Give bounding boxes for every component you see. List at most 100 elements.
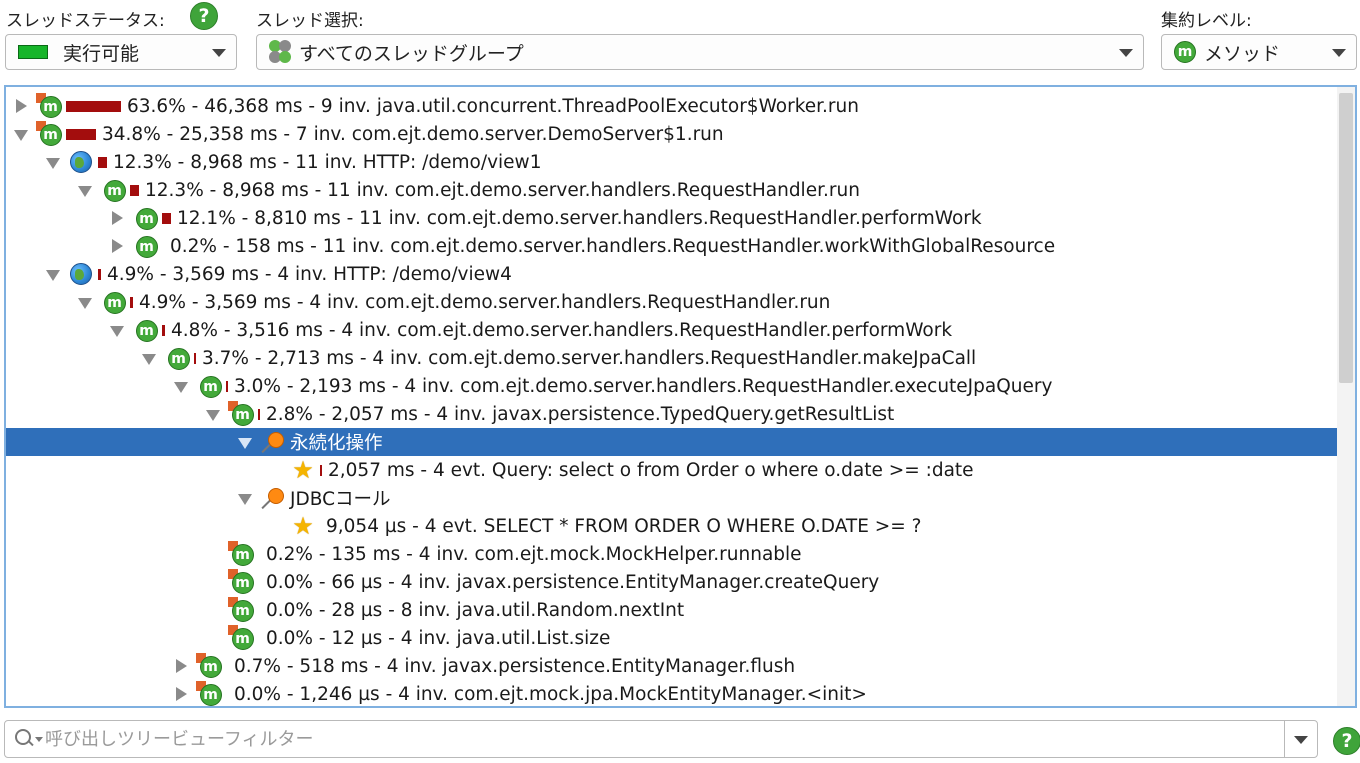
tree-row-label: 12.3% - 8,968 ms - 11 inv. com.ejt.demo.… (145, 179, 860, 201)
thread-status-label: スレッドステータス: (6, 11, 165, 31)
tree-row-label: JDBCコール (290, 489, 391, 510)
help-icon[interactable]: ? (190, 2, 218, 30)
thread-select-dropdown[interactable]: すべてのスレッドグループ (256, 34, 1144, 70)
tree-row[interactable]: m 12.1% - 8,810 ms - 11 inv. com.ejt.dem… (6, 204, 1355, 232)
tree-row[interactable]: m 63.6% - 46,368 ms - 9 inv. java.util.c… (6, 92, 1345, 120)
globe-icon (68, 262, 94, 286)
expand-toggle[interactable] (112, 211, 123, 225)
method-icon: m (132, 206, 158, 230)
tree-row[interactable]: m 4.8% - 3,516 ms - 4 inv. com.ejt.demo.… (6, 316, 1355, 344)
method-icon: m (1174, 41, 1196, 63)
tree-row-label: 12.3% - 8,968 ms - 11 inv. HTTP: /demo/v… (113, 151, 542, 173)
scrollbar-thumb[interactable] (1339, 93, 1353, 383)
collapse-toggle[interactable] (206, 409, 220, 421)
method-icon: m (228, 597, 254, 622)
tree-row[interactable]: m 0.0% - 12 µs - 4 inv. java.util.List.s… (6, 624, 1355, 652)
vertical-scrollbar[interactable] (1337, 87, 1355, 706)
tree-row[interactable]: m 3.0% - 2,193 ms - 4 inv. com.ejt.demo.… (6, 372, 1355, 400)
percentage-bar (98, 268, 101, 280)
percentage-bar (320, 464, 322, 476)
expand-toggle[interactable] (112, 239, 123, 253)
tree-row[interactable]: m 0.0% - 1,246 µs - 4 inv. com.ejt.mock.… (6, 680, 1355, 706)
filter-input[interactable] (43, 727, 1277, 751)
percentage-bar (194, 352, 196, 364)
globe-icon (68, 150, 94, 174)
tree-row[interactable]: ★ 2,057 ms - 4 evt. Query: select o from… (6, 456, 1355, 484)
tree-row-label: 34.8% - 25,358 ms - 7 inv. com.ejt.demo.… (102, 123, 724, 145)
thread-status-dropdown[interactable]: 実行可能 (5, 34, 237, 70)
expand-toggle[interactable] (176, 659, 187, 673)
tree-row-label: 0.0% - 28 µs - 8 inv. java.util.Random.n… (266, 599, 685, 621)
collapse-toggle[interactable] (14, 129, 28, 141)
tree-row[interactable]: m 3.7% - 2,713 ms - 4 inv. com.ejt.demo.… (6, 344, 1355, 372)
collapse-toggle[interactable] (78, 185, 92, 197)
tree-row[interactable]: m 0.7% - 518 ms - 4 inv. javax.persisten… (6, 652, 1355, 680)
tree-row[interactable]: 4.9% - 3,569 ms - 4 inv. HTTP: /demo/vie… (6, 260, 1355, 288)
method-icon: m (132, 318, 158, 342)
tree-row[interactable]: m 0.0% - 66 µs - 4 inv. javax.persistenc… (6, 568, 1355, 596)
method-icon: m (36, 121, 62, 146)
runnable-status-icon (18, 45, 48, 59)
method-icon: m (196, 681, 222, 706)
method-icon: m (196, 374, 222, 398)
pin-icon (260, 486, 286, 510)
tree-row[interactable]: m 12.3% - 8,968 ms - 11 inv. com.ejt.dem… (6, 176, 1355, 204)
method-icon: m (132, 234, 158, 258)
tree-row-label: 0.2% - 158 ms - 11 inv. com.ejt.demo.ser… (170, 235, 1056, 257)
method-icon: m (196, 653, 222, 678)
method-icon: m (100, 290, 126, 314)
percentage-bar (162, 212, 171, 224)
tree-row[interactable]: JDBCコール (6, 484, 1355, 512)
tree-row-label: 9,054 µs - 4 evt. SELECT * FROM ORDER O … (326, 515, 922, 537)
collapse-toggle[interactable] (238, 437, 252, 449)
method-icon: m (36, 93, 62, 118)
tree-row-selected[interactable]: 永続化操作 (6, 428, 1355, 456)
aggregation-level-dropdown[interactable]: m メソッド (1161, 34, 1357, 70)
help-icon[interactable]: ? (1333, 727, 1360, 755)
tree-row-label: 0.0% - 66 µs - 4 inv. javax.persistence.… (266, 571, 880, 593)
expand-toggle[interactable] (16, 99, 27, 113)
tree-row-label: 2,057 ms - 4 evt. Query: select o from O… (328, 459, 974, 481)
tree-row[interactable]: 12.3% - 8,968 ms - 11 inv. HTTP: /demo/v… (6, 148, 1355, 176)
call-tree-filter[interactable] (4, 720, 1318, 758)
percentage-bar (66, 128, 96, 140)
collapse-toggle[interactable] (110, 325, 124, 337)
tree-row-label: 3.7% - 2,713 ms - 4 inv. com.ejt.demo.se… (202, 347, 977, 369)
tree-row[interactable]: m 34.8% - 25,358 ms - 7 inv. com.ejt.dem… (6, 120, 1345, 148)
method-icon: m (228, 569, 254, 594)
collapse-toggle[interactable] (238, 493, 252, 505)
tree-row[interactable]: ★ 9,054 µs - 4 evt. SELECT * FROM ORDER … (6, 512, 1355, 540)
filter-history-dropdown[interactable] (1284, 721, 1317, 757)
tree-row-label: 2.8% - 2,057 ms - 4 inv. javax.persisten… (266, 403, 895, 425)
tree-row[interactable]: m 0.2% - 135 ms - 4 inv. com.ejt.mock.Mo… (6, 540, 1355, 568)
tree-row-label: 4.8% - 3,516 ms - 4 inv. com.ejt.demo.se… (171, 319, 953, 341)
method-icon: m (228, 401, 254, 426)
expand-toggle[interactable] (176, 687, 187, 701)
collapse-toggle[interactable] (142, 353, 156, 365)
chevron-down-icon (1332, 49, 1346, 57)
search-icon[interactable] (13, 727, 43, 751)
tree-row[interactable]: m 0.0% - 28 µs - 8 inv. java.util.Random… (6, 596, 1355, 624)
tree-row-label: 0.7% - 518 ms - 4 inv. javax.persistence… (234, 655, 796, 677)
tree-row-label: 永続化操作 (290, 433, 383, 454)
pin-icon (260, 430, 286, 454)
percentage-bar (258, 408, 260, 420)
collapse-toggle[interactable] (78, 297, 92, 309)
call-tree-panel[interactable]: m 63.6% - 46,368 ms - 9 inv. java.util.c… (4, 85, 1357, 708)
tree-row[interactable]: m 4.9% - 3,569 ms - 4 inv. com.ejt.demo.… (6, 288, 1355, 316)
collapse-toggle[interactable] (46, 157, 60, 169)
tree-row-label: 0.0% - 1,246 µs - 4 inv. com.ejt.mock.jp… (234, 683, 867, 705)
tree-row[interactable]: m 2.8% - 2,057 ms - 4 inv. javax.persist… (6, 400, 1355, 428)
collapse-toggle[interactable] (174, 381, 188, 393)
percentage-bar (226, 380, 228, 392)
aggregation-level-value: メソッド (1204, 42, 1281, 65)
tree-row-label: 0.2% - 135 ms - 4 inv. com.ejt.mock.Mock… (266, 543, 802, 565)
method-icon: m (164, 346, 190, 370)
tree-row-label: 4.9% - 3,569 ms - 4 inv. HTTP: /demo/vie… (107, 263, 512, 285)
percentage-bar (66, 100, 121, 112)
tree-row[interactable]: m 0.2% - 158 ms - 11 inv. com.ejt.demo.s… (6, 232, 1355, 260)
tree-row-label: 3.0% - 2,193 ms - 4 inv. com.ejt.demo.se… (234, 375, 1053, 397)
percentage-bar (130, 296, 133, 308)
collapse-toggle[interactable] (46, 269, 60, 281)
method-icon: m (228, 625, 254, 650)
